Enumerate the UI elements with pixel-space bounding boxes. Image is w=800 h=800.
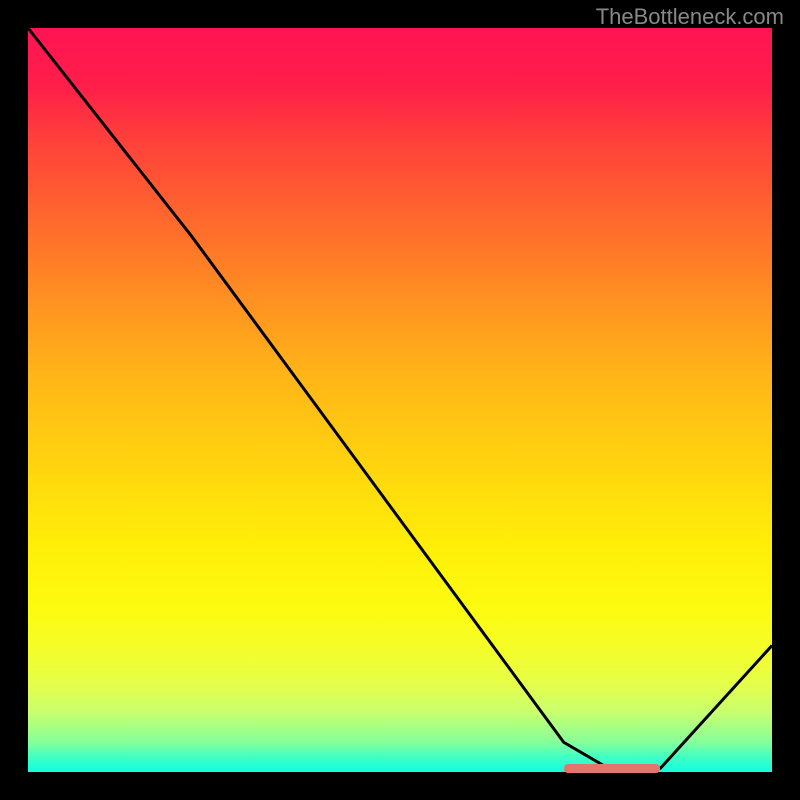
optimal-range-marker xyxy=(564,764,661,773)
chart-curve-svg xyxy=(28,28,772,772)
attribution-label: TheBottleneck.com xyxy=(596,4,784,30)
chart-plot-area xyxy=(28,28,772,772)
bottleneck-curve-path xyxy=(28,28,772,768)
